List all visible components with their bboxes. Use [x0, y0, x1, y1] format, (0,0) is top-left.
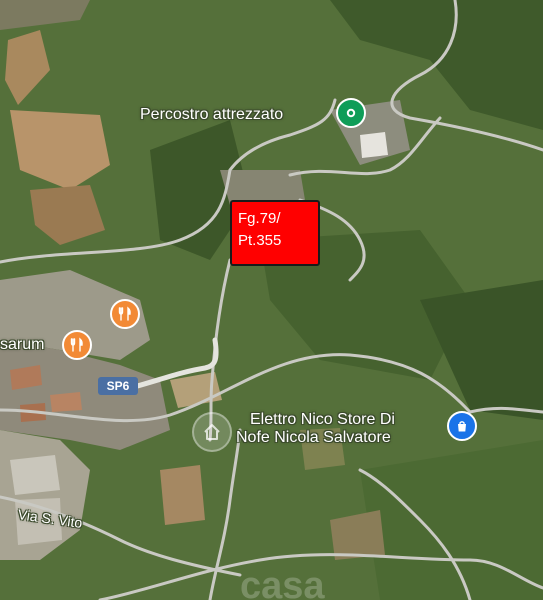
parcel-plot-label: Pt.355 — [238, 232, 282, 249]
store-pin[interactable] — [447, 411, 477, 441]
place-label-sarum[interactable]: sarum — [0, 336, 44, 354]
satellite-map[interactable]: Percostro attrezzato Fg.79/ Pt.355 sarum… — [0, 0, 543, 600]
place-label-percostro[interactable]: Percostro attrezzato — [140, 106, 283, 124]
place-label-store-line1[interactable]: Elettro Nico Store Di — [250, 411, 395, 429]
restaurant-icon — [70, 337, 83, 352]
park-icon — [346, 108, 356, 118]
parcel-sheet-label: Fg.79/ — [238, 210, 281, 227]
parcel-marker[interactable]: Fg.79/ Pt.355 — [230, 200, 320, 266]
restaurant-icon — [118, 306, 131, 321]
restaurant-pin[interactable] — [110, 299, 140, 329]
restaurant-pin-sarum[interactable] — [62, 330, 92, 360]
house-icon — [204, 424, 220, 440]
place-label-store-line2[interactable]: Nofe Nicola Salvatore — [236, 429, 391, 447]
watermark-logo — [192, 412, 232, 452]
park-pin[interactable] — [336, 98, 366, 128]
shopping-bag-icon — [458, 421, 466, 432]
map-terrain — [0, 0, 543, 600]
road-badge-sp6: SP6 — [98, 377, 138, 395]
watermark-text: casa — [240, 565, 325, 600]
